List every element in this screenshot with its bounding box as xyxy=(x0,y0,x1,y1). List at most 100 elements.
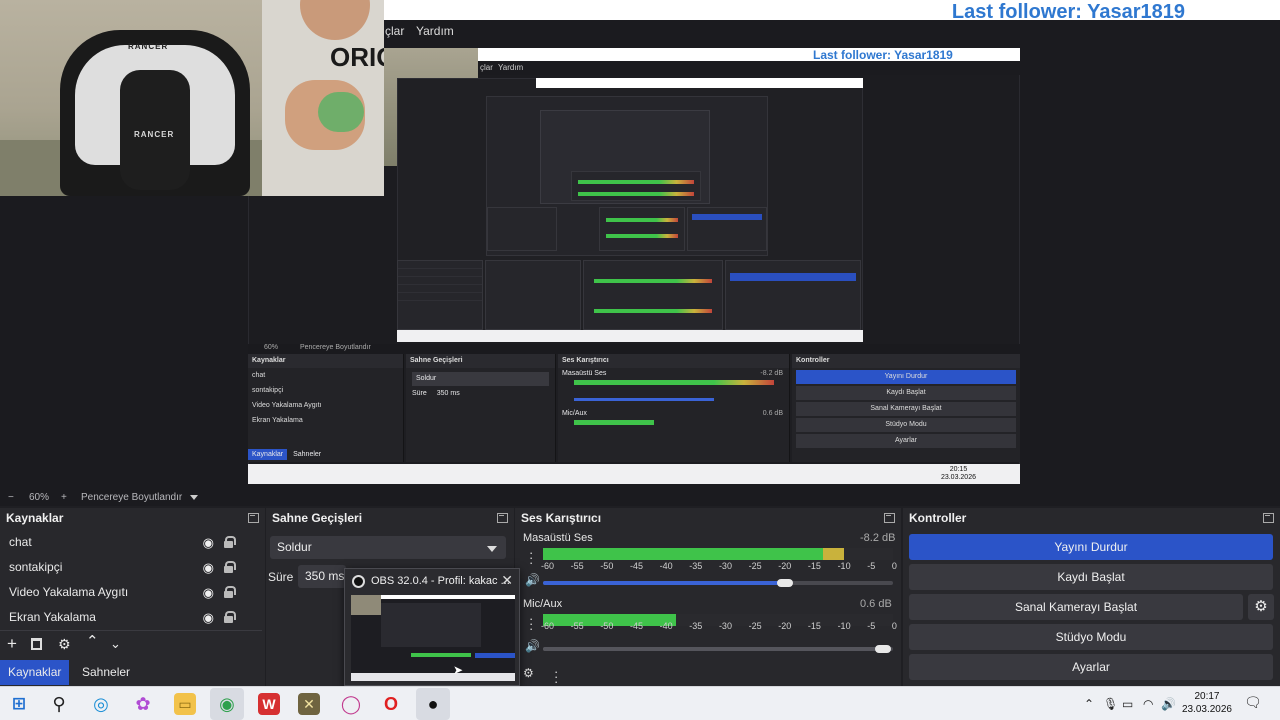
taskbar-thumbnail-popup[interactable]: OBS 32.0.4 - Profil: kakac ... ✕ ➤ xyxy=(344,568,520,686)
fit-to-window-label[interactable]: Pencereye Boyutlandır xyxy=(81,492,182,503)
nested-zoom-level: 60% xyxy=(264,344,279,351)
zoom-in-button[interactable]: + xyxy=(61,492,67,503)
system-clock[interactable]: 20:17 23.03.2026 xyxy=(1182,690,1232,716)
eye-icon[interactable]: ◉ xyxy=(203,536,214,549)
chair-brand: RANCER xyxy=(128,42,169,51)
eye-icon[interactable]: ◉ xyxy=(203,611,214,624)
lock-icon[interactable] xyxy=(224,586,236,598)
nested-tab: Kaynaklar xyxy=(248,449,288,460)
search-icon[interactable]: ⚲ xyxy=(48,693,70,715)
lock-icon[interactable] xyxy=(224,561,236,573)
meter-level xyxy=(543,548,844,560)
add-source-icon[interactable]: + xyxy=(7,634,17,654)
game-icon[interactable]: ✕ xyxy=(298,693,320,715)
nested-panel-title: Ses Karıştırıcı xyxy=(558,354,789,368)
wifi-icon[interactable]: ◠ xyxy=(1143,697,1153,711)
source-item-screen-capture[interactable]: Ekran Yakalama ◉ xyxy=(0,605,250,630)
source-item-video-capture[interactable]: Video Yakalama Aygıtı ◉ xyxy=(0,580,250,605)
slider-knob[interactable] xyxy=(874,645,891,653)
wps-icon[interactable]: W xyxy=(258,693,280,715)
opera-icon[interactable]: O xyxy=(380,693,402,715)
meter-scale: -60 -55 -50 -45 -40 -35 -30 -25 -20 -15 -10 -5 0 xyxy=(541,621,897,631)
studio-mode-button[interactable]: Stüdyo Modu xyxy=(909,624,1273,650)
undock-icon[interactable] xyxy=(1263,513,1274,523)
source-item-chat[interactable]: chat ◉ xyxy=(0,530,250,555)
nested-menu: çlar Yardım xyxy=(478,61,1020,75)
microphone-icon[interactable]: 🎙 xyxy=(1103,697,1118,711)
nested-mini-panel xyxy=(485,260,581,330)
undock-icon[interactable] xyxy=(248,513,259,523)
nested-fit-label: Pencereye Boyutlandır xyxy=(299,344,371,351)
eye-icon[interactable]: ◉ xyxy=(203,586,214,599)
mixer-menu-icon[interactable]: · · · xyxy=(554,665,558,688)
nested-panel-title: Kontroller xyxy=(792,354,1020,368)
obs-icon[interactable]: ● xyxy=(422,693,444,715)
menu-item-help[interactable]: Yardım xyxy=(416,24,454,38)
chevron-up-icon[interactable]: ⌃ xyxy=(1084,697,1094,711)
nested-mini-panel xyxy=(487,207,557,251)
start-icon[interactable]: ⊞ xyxy=(8,693,30,715)
eye-icon[interactable]: ◉ xyxy=(203,561,214,574)
obs-icon xyxy=(352,575,365,588)
nested-mixer-name: Mic/Aux xyxy=(562,410,587,417)
meter-tick-label: -5 xyxy=(867,621,876,631)
speaker-icon[interactable]: 🔊 xyxy=(525,639,540,653)
sources-title: Kaynaklar xyxy=(6,511,64,525)
mixer-settings-icon[interactable]: ⚙ xyxy=(523,666,534,680)
menu-item-tools[interactable]: çlar xyxy=(385,24,404,38)
kebab-icon[interactable]: · · · xyxy=(529,546,533,569)
stop-stream-button[interactable]: Yayını Durdur xyxy=(909,534,1273,560)
virtual-camera-settings-icon[interactable]: ⚙ xyxy=(1248,594,1274,620)
copilot-icon[interactable]: ✿ xyxy=(132,693,154,715)
nested-date: 23.03.2026 xyxy=(940,474,976,481)
meter-tick-label: -10 xyxy=(837,621,851,631)
opera-gx-icon[interactable]: ◯ xyxy=(340,693,362,715)
gear-icon[interactable]: ⚙ xyxy=(58,636,71,653)
meter-tick-label: -5 xyxy=(867,561,876,571)
meter-tick-label: -15 xyxy=(807,561,821,571)
file-explorer-icon[interactable]: ▭ xyxy=(174,693,196,715)
tab-sources[interactable]: Kaynaklar xyxy=(0,660,70,685)
undock-icon[interactable] xyxy=(884,513,895,523)
source-label: sontakipçi xyxy=(9,560,63,574)
undock-icon[interactable] xyxy=(497,513,508,523)
shirt-text: ORIG xyxy=(330,42,384,72)
move-down-icon[interactable]: ⌄ xyxy=(110,636,121,652)
duration-input[interactable]: 350 ms xyxy=(298,565,346,588)
meter-tick-label: -40 xyxy=(659,561,673,571)
volume-icon[interactable]: 🔊 xyxy=(1161,697,1176,711)
start-recording-button[interactable]: Kaydı Başlat xyxy=(909,564,1273,590)
divider xyxy=(0,630,262,631)
nested-sources-panel: Kaynaklar chat sontakipçi Video Yakalama… xyxy=(248,354,404,462)
lock-icon[interactable] xyxy=(224,611,236,623)
move-up-icon[interactable]: ⌃ xyxy=(86,632,99,650)
lock-icon[interactable] xyxy=(224,536,236,548)
zoom-dropdown-icon[interactable] xyxy=(190,495,198,500)
chair-brand-lower: RANCER xyxy=(134,130,175,139)
battery-icon[interactable]: ▭ xyxy=(1122,697,1133,711)
speaker-icon[interactable]: 🔊 xyxy=(525,573,540,587)
meter-tick-label: -35 xyxy=(689,561,703,571)
nested-time: 20:15 xyxy=(949,466,968,473)
start-virtual-camera-button[interactable]: Sanal Kamerayı Başlat xyxy=(909,594,1243,620)
nested-mixer-ch: Masaüstü Ses -8.2 dB xyxy=(558,368,789,408)
source-item-sontakipci[interactable]: sontakipçi ◉ xyxy=(0,555,250,580)
transition-select[interactable]: Soldur xyxy=(270,536,506,559)
tab-scenes[interactable]: Sahneler xyxy=(74,660,138,685)
edge-icon[interactable]: ◎ xyxy=(90,693,112,715)
notification-icon[interactable]: 🗨 xyxy=(1244,694,1262,711)
volume-slider[interactable] xyxy=(543,579,893,587)
menu-bar: çlar Yardım xyxy=(384,20,1280,42)
trash-icon[interactable] xyxy=(31,638,42,650)
controls-title: Kontroller xyxy=(909,511,967,525)
slider-knob[interactable] xyxy=(776,579,793,587)
kebab-icon[interactable]: · · · xyxy=(529,612,533,635)
window-thumbnail[interactable] xyxy=(351,595,515,681)
zoom-out-button[interactable]: − xyxy=(8,492,14,503)
close-icon[interactable]: ✕ xyxy=(501,572,513,589)
nested-transition-select: Soldur xyxy=(412,372,549,386)
meter-tick-label: -50 xyxy=(600,621,614,631)
volume-slider[interactable] xyxy=(543,645,893,653)
chrome-icon[interactable]: ◉ xyxy=(216,693,238,715)
settings-button[interactable]: Ayarlar xyxy=(909,654,1273,680)
